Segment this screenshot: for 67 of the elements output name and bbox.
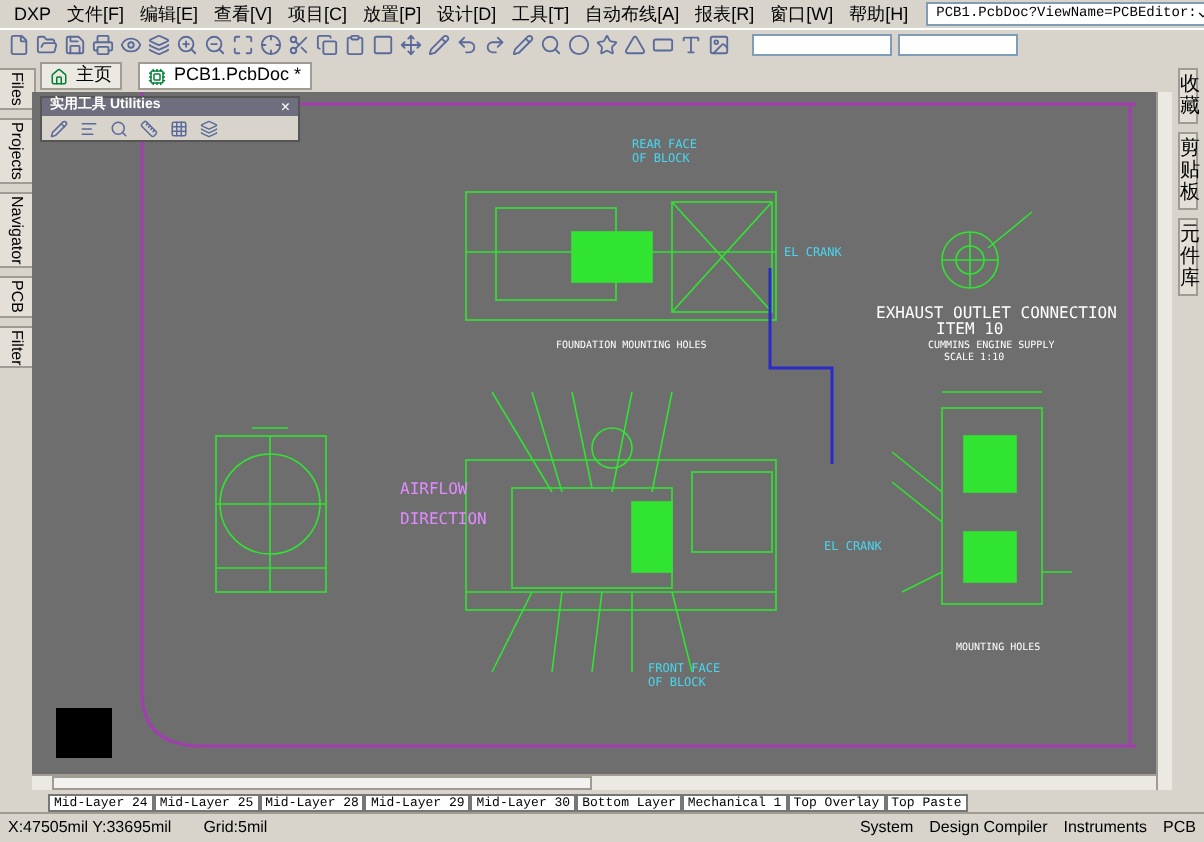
menu-item[interactable]: 文件[F] <box>61 5 131 23</box>
drawing-label: ITEM 10 <box>936 320 1004 338</box>
preview-icon[interactable] <box>120 34 142 56</box>
panel-button[interactable]: Design Compiler <box>929 816 1048 840</box>
search-icon[interactable] <box>110 119 128 137</box>
paste-icon[interactable] <box>344 34 366 56</box>
crosshair-icon[interactable] <box>260 34 282 56</box>
picture-icon[interactable] <box>708 34 730 56</box>
menu-item[interactable]: 窗口[W] <box>764 5 840 23</box>
menu-item[interactable]: 编辑[E] <box>134 5 205 23</box>
menu-item[interactable]: 查看[V] <box>208 5 279 23</box>
grid-text: Grid:5mil <box>203 816 268 840</box>
layers-icon[interactable] <box>200 119 218 137</box>
search-icon[interactable] <box>540 34 562 56</box>
dropdown-field[interactable] <box>752 34 892 56</box>
menu-item[interactable]: 自动布线[A] <box>579 5 686 23</box>
close-button[interactable]: × <box>280 99 290 115</box>
new-file-icon[interactable] <box>8 34 30 56</box>
select-rectangle-icon[interactable] <box>372 34 394 56</box>
panel-button[interactable]: Instruments <box>1063 816 1148 840</box>
grid-icon[interactable] <box>170 119 188 137</box>
panel-button[interactable]: System <box>859 816 914 840</box>
cut-icon[interactable] <box>288 34 310 56</box>
folder-icon[interactable] <box>36 34 58 56</box>
coordinates-text: X:47505mil Y:33695mil <box>8 816 172 840</box>
ruler-icon[interactable] <box>140 119 158 137</box>
home-icon <box>50 67 68 85</box>
document-tab[interactable]: 主页 <box>40 62 122 90</box>
menu-item[interactable]: 工具[T] <box>506 5 576 23</box>
text-icon[interactable] <box>680 34 702 56</box>
redo-icon[interactable] <box>484 34 506 56</box>
fit-icon[interactable] <box>232 34 254 56</box>
printer-icon[interactable] <box>92 34 114 56</box>
scroll-thumb[interactable] <box>52 776 592 790</box>
panel-tab[interactable]: 元件库 <box>1178 218 1198 296</box>
zoom-out-icon[interactable] <box>204 34 226 56</box>
horizontal-scrollbar[interactable] <box>32 774 1156 790</box>
drawing-label: EXHAUST OUTLET CONNECTION <box>876 304 1117 322</box>
panel-button[interactable]: PCB <box>1163 816 1196 840</box>
zoom-in-icon[interactable] <box>176 34 198 56</box>
panel-tab[interactable]: 剪贴板 <box>1178 132 1198 210</box>
pencil-icon[interactable] <box>50 119 68 137</box>
dropdown-field[interactable] <box>898 34 1018 56</box>
star-icon[interactable] <box>596 34 618 56</box>
menu-item[interactable]: 项目[C] <box>282 5 354 23</box>
save-icon[interactable] <box>64 34 86 56</box>
panel-tab[interactable]: Files <box>0 68 36 110</box>
menu-item[interactable]: 放置[P] <box>357 5 428 23</box>
triangle-icon[interactable] <box>624 34 646 56</box>
pencil-icon[interactable] <box>428 34 450 56</box>
panel-tab[interactable]: 收藏 <box>1178 68 1198 124</box>
filled-square <box>56 708 112 758</box>
layers-icon[interactable] <box>148 34 170 56</box>
move-icon[interactable] <box>400 34 422 56</box>
copy-icon[interactable] <box>316 34 338 56</box>
align-icon[interactable] <box>80 119 98 137</box>
document-tab[interactable]: PCB1.PcbDoc * <box>138 62 312 90</box>
menu-item[interactable]: 报表[R] <box>689 5 761 23</box>
exhaust-flange-drawing <box>941 211 1033 289</box>
menu-item[interactable]: 帮助[H] <box>843 5 915 23</box>
menu-item[interactable]: 设计[D] <box>431 5 503 23</box>
board-icon <box>148 67 166 85</box>
menu-item[interactable]: DXP <box>8 5 58 23</box>
vertical-scrollbar[interactable] <box>1156 92 1172 790</box>
rectangle-icon[interactable] <box>652 34 674 56</box>
circle-icon[interactable] <box>568 34 590 56</box>
undo-icon[interactable] <box>456 34 478 56</box>
